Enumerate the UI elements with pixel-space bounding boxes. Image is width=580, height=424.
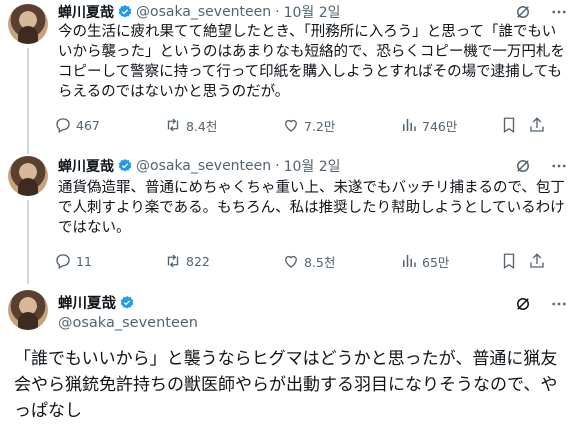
retweet-count: 822 — [186, 253, 210, 269]
like-count: 7.2만 — [304, 118, 336, 134]
main-tweet: 蝉川夏哉 @osaka_seventeen 「誰でもいいから」と襲うならヒグマは… — [0, 280, 580, 422]
reply-button[interactable]: 11 — [54, 252, 164, 270]
retweet-icon — [167, 254, 179, 268]
like-button[interactable]: 8.5천 — [282, 252, 400, 271]
like-icon — [285, 255, 297, 268]
author-handle[interactable]: @osaka_seventeen — [136, 4, 271, 20]
author-name-row: 蝉川夏哉 — [58, 292, 138, 313]
tweet-header: 蝉川夏哉 @osaka_seventeen · 10월 2일 — [58, 156, 341, 176]
tweet-header: 蝉川夏哉 @osaka_seventeen · 10월 2일 — [58, 2, 341, 22]
reply-button[interactable]: 467 — [54, 116, 164, 134]
more-icon[interactable] — [550, 3, 568, 21]
grok-icon[interactable] — [514, 295, 532, 313]
author-name[interactable]: 蝉川夏哉 — [58, 156, 114, 176]
avatar[interactable] — [8, 156, 48, 196]
like-icon — [285, 119, 297, 132]
tweet-date[interactable]: 10월 2일 — [284, 156, 341, 176]
views-icon — [403, 255, 416, 267]
author-name[interactable]: 蝉川夏哉 — [58, 2, 114, 22]
views-button[interactable]: 746만 — [400, 116, 500, 135]
author-name[interactable]: 蝉川夏哉 — [58, 292, 116, 313]
bookmark-icon — [503, 117, 515, 134]
header-icons — [514, 156, 568, 176]
reply-icon — [56, 118, 70, 133]
views-button[interactable]: 65만 — [400, 252, 500, 271]
avatar[interactable] — [8, 4, 48, 44]
views-count: 65만 — [422, 254, 450, 270]
verified-badge-icon — [118, 5, 132, 18]
bookmark-icon — [503, 253, 515, 270]
main-tweet-text: 「誰でもいいから」と襲うならヒグマはどうかと思ったが、普通に猟友会やら猟銃免許持… — [14, 349, 558, 421]
thread-line — [27, 200, 29, 284]
more-icon[interactable] — [550, 157, 568, 175]
reply-count: 467 — [76, 117, 100, 133]
retweet-button[interactable]: 8.4천 — [164, 116, 282, 135]
thread-line — [27, 146, 29, 154]
tweet-1[interactable]: 蝉川夏哉 @osaka_seventeen · 10월 2일 今の生活に疲れ果て… — [0, 0, 580, 146]
grok-icon[interactable] — [514, 3, 532, 21]
share-icon — [530, 253, 544, 268]
reply-icon — [56, 254, 70, 269]
tweet-text: 今の生活に疲れ果てて絶望したとき、「刑務所に入ろう」と思って「誰でもいいから襲っ… — [58, 24, 565, 100]
header-icons — [514, 2, 568, 22]
grok-icon[interactable] — [514, 157, 532, 175]
author-handle[interactable]: @osaka_seventeen — [58, 315, 198, 331]
action-bar: 467 8.4천 7.2만 746만 — [54, 115, 570, 135]
retweet-count: 8.4천 — [186, 118, 218, 134]
verified-badge-icon — [118, 159, 132, 172]
header-icons — [514, 294, 568, 314]
reply-count: 11 — [76, 253, 92, 269]
action-bar: 11 822 8.5천 65만 — [54, 251, 570, 271]
more-icon[interactable] — [550, 295, 568, 313]
tweet-2[interactable]: 蝉川夏哉 @osaka_seventeen · 10월 2일 通貨偽造罪、普通に… — [0, 146, 580, 284]
dot-separator: · — [275, 158, 280, 174]
bookmark-button[interactable] — [500, 252, 528, 270]
tweet-date[interactable]: 10월 2일 — [284, 2, 341, 22]
retweet-icon — [167, 118, 179, 132]
bookmark-button[interactable] — [500, 116, 528, 134]
dot-separator: · — [275, 4, 280, 20]
like-button[interactable]: 7.2만 — [282, 116, 400, 135]
share-icon — [530, 117, 544, 132]
like-count: 8.5천 — [304, 254, 336, 270]
verified-badge-icon — [120, 295, 134, 309]
avatar[interactable] — [8, 290, 48, 330]
share-button[interactable] — [528, 252, 556, 270]
thread-line — [27, 48, 29, 146]
retweet-button[interactable]: 822 — [164, 252, 282, 270]
share-button[interactable] — [528, 116, 556, 134]
tweet-text: 通貨偽造罪、普通にめちゃくちゃ重い上、未遂でもバッチリ捕まるので、包丁で人刺すよ… — [58, 180, 565, 236]
views-count: 746만 — [422, 118, 458, 134]
author-handle[interactable]: @osaka_seventeen — [136, 158, 271, 174]
views-icon — [403, 119, 416, 131]
